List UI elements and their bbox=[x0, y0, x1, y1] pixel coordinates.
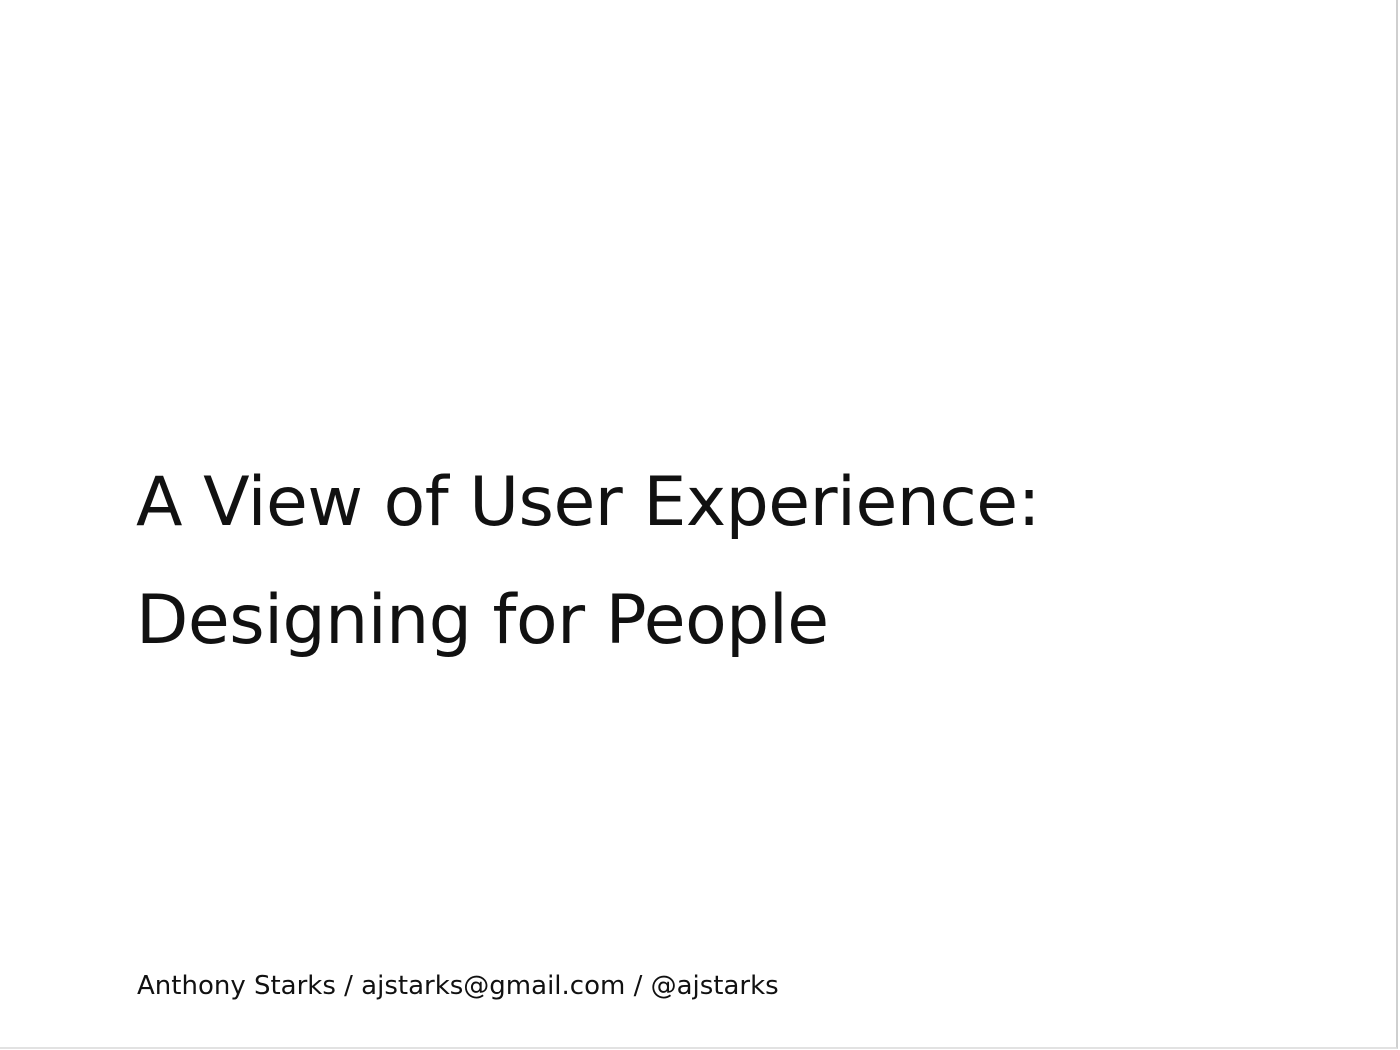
title-line-2: Designing for People bbox=[136, 581, 829, 660]
slide-title: A View of User Experience: Designing for… bbox=[136, 444, 1041, 680]
author-footer: Anthony Starks / ajstarks@gmail.com / @a… bbox=[137, 971, 779, 1001]
slide: A View of User Experience: Designing for… bbox=[0, 0, 1398, 1049]
title-line-1: A View of User Experience: bbox=[136, 463, 1041, 542]
